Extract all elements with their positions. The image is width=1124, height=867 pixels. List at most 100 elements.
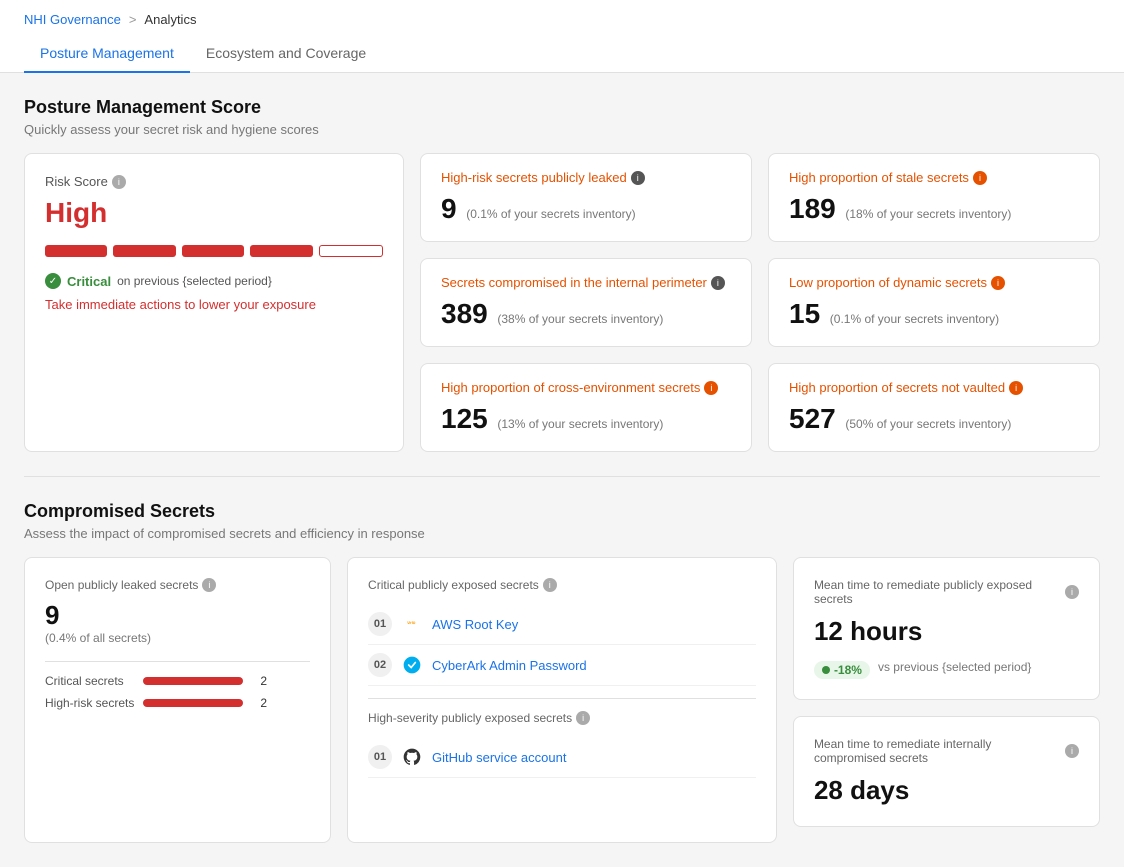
metric-not-vaulted: High proportion of secrets not vaulted i… [768,363,1100,452]
metric-stale-secrets: High proportion of stale secrets i 189 (… [768,153,1100,242]
open-secrets-sub: (0.4% of all secrets) [45,631,310,645]
metric-low-dynamic-title: Low proportion of dynamic secrets i [789,275,1079,290]
metric-cross-env-title: High proportion of cross-environment sec… [441,380,731,395]
posture-section-subtitle: Quickly assess your secret risk and hygi… [24,122,1100,137]
metric-not-vaulted-title: High proportion of secrets not vaulted i [789,380,1079,395]
compromised-subtitle: Assess the impact of compromised secrets… [24,526,1100,541]
critical-exposed-label: Critical publicly exposed secrets i [368,578,756,592]
metric-high-risk-leaked: High-risk secrets publicly leaked i 9 (0… [420,153,752,242]
critical-bar-num: 2 [251,674,267,688]
critical-exposed-info-icon[interactable]: i [543,578,557,592]
metric-compromised-internal-title: Secrets compromised in the internal peri… [441,275,731,290]
risk-score-card: Risk Score i High ✓ Critical on previous… [24,153,404,452]
tab-posture-management[interactable]: Posture Management [24,35,190,73]
metric-compromised-internal: Secrets compromised in the internal peri… [420,258,752,347]
score-grid: Risk Score i High ✓ Critical on previous… [24,153,1100,452]
high-severity-label: High-severity publicly exposed secrets i [368,711,756,725]
metric-not-vaulted-sub: (50% of your secrets inventory) [845,417,1011,431]
metric-low-dynamic-value: 15 [789,298,820,329]
risk-action: Take immediate actions to lower your exp… [45,297,383,312]
metric-high-risk-leaked-value: 9 [441,193,457,224]
metric-high-risk-leaked-sub: (0.1% of your secrets inventory) [466,207,635,221]
mtr-public-value: 12 hours [814,616,1079,647]
metric-0-info-icon[interactable]: i [631,171,645,185]
section-divider [24,476,1100,477]
mtr-vs: vs previous {selected period} [878,660,1031,674]
risk-bar-1 [45,245,107,257]
high-risk-bar [143,699,243,707]
status-dot: ✓ [45,273,61,289]
high-risk-bar-label: High-risk secrets [45,696,135,710]
high-risk-bar-row: High-risk secrets 2 [45,696,310,710]
github-icon [402,747,422,767]
high-risk-bar-num: 2 [251,696,267,710]
compromised-section: Compromised Secrets Assess the impact of… [24,501,1100,843]
mtr-internal-info-icon[interactable]: i [1065,744,1079,758]
mtr-internal-label: Mean time to remediate internally compro… [814,737,1079,765]
breadcrumb-separator: > [129,12,137,27]
critical-exposed-card: Critical publicly exposed secrets i 01 A… [347,557,777,843]
risk-status: ✓ Critical on previous {selected period} [45,273,383,289]
secret-name-github[interactable]: GitHub service account [432,750,566,765]
aws-icon [402,614,422,634]
metric-stale-title: High proportion of stale secrets i [789,170,1079,185]
metric-stale-sub: (18% of your secrets inventory) [845,207,1011,221]
mtr-public-card: Mean time to remediate publicly exposed … [793,557,1100,700]
posture-section-title: Posture Management Score [24,97,1100,118]
comp-divider-2 [368,698,756,699]
risk-info-icon[interactable]: i [112,175,126,189]
metric-compromised-internal-value: 389 [441,298,488,329]
posture-section: Posture Management Score Quickly assess … [24,97,1100,452]
metric-4-info-icon[interactable]: i [704,381,718,395]
secret-num-1: 01 [368,612,392,636]
high-severity-item-1: 01 GitHub service account [368,737,756,778]
tab-bar: Posture Management Ecosystem and Coverag… [24,35,1100,72]
secret-num-2: 02 [368,653,392,677]
compromised-grid: Open publicly leaked secrets i 9 (0.4% o… [24,557,1100,843]
mtr-public-label: Mean time to remediate publicly exposed … [814,578,1079,606]
open-secrets-card: Open publicly leaked secrets i 9 (0.4% o… [24,557,331,843]
tab-ecosystem-coverage[interactable]: Ecosystem and Coverage [190,35,382,73]
breadcrumb: NHI Governance > Analytics [24,0,1100,27]
status-critical-label: Critical [67,274,111,289]
secret-name-1[interactable]: AWS Root Key [432,617,518,632]
critical-bar-row: Critical secrets 2 [45,674,310,688]
risk-bar-4 [250,245,312,257]
metric-stale-value: 189 [789,193,836,224]
metric-cross-env-value: 125 [441,403,488,434]
risk-bars [45,245,383,257]
mtr-badge: -18% [814,661,870,679]
metric-cross-env: High proportion of cross-environment sec… [420,363,752,452]
critical-bar-label: Critical secrets [45,674,135,688]
high-severity-info-icon[interactable]: i [576,711,590,725]
compromised-title: Compromised Secrets [24,501,1100,522]
mtr-badge-row: -18% vs previous {selected period} [814,655,1079,679]
open-secrets-info-icon[interactable]: i [202,578,216,592]
right-metrics: High proportion of stale secrets i 189 (… [768,153,1100,452]
breadcrumb-parent[interactable]: NHI Governance [24,12,121,27]
metric-high-risk-leaked-title: High-risk secrets publicly leaked i [441,170,731,185]
mtr-public-info-icon[interactable]: i [1065,585,1079,599]
metric-1-info-icon[interactable]: i [973,171,987,185]
risk-label: Risk Score i [45,174,383,189]
metric-3-info-icon[interactable]: i [991,276,1005,290]
critical-secret-item-2: 02 CyberArk Admin Password [368,645,756,686]
metric-low-dynamic-sub: (0.1% of your secrets inventory) [830,312,999,326]
critical-bar [143,677,243,685]
metric-compromised-internal-sub: (38% of your secrets inventory) [497,312,663,326]
secret-name-2[interactable]: CyberArk Admin Password [432,658,587,673]
metric-2-info-icon[interactable]: i [711,276,725,290]
breadcrumb-current: Analytics [144,12,196,27]
metric-5-info-icon[interactable]: i [1009,381,1023,395]
mtr-internal-card: Mean time to remediate internally compro… [793,716,1100,827]
open-secrets-label: Open publicly leaked secrets i [45,578,310,592]
risk-value: High [45,197,383,229]
cyberark-icon [402,655,422,675]
open-secrets-value: 9 [45,600,310,631]
risk-bar-5 [319,245,383,257]
risk-bar-3 [182,245,244,257]
mtr-badge-dot [822,666,830,674]
metric-cross-env-sub: (13% of your secrets inventory) [497,417,663,431]
status-period: on previous {selected period} [117,274,272,288]
mtr-internal-value: 28 days [814,775,1079,806]
